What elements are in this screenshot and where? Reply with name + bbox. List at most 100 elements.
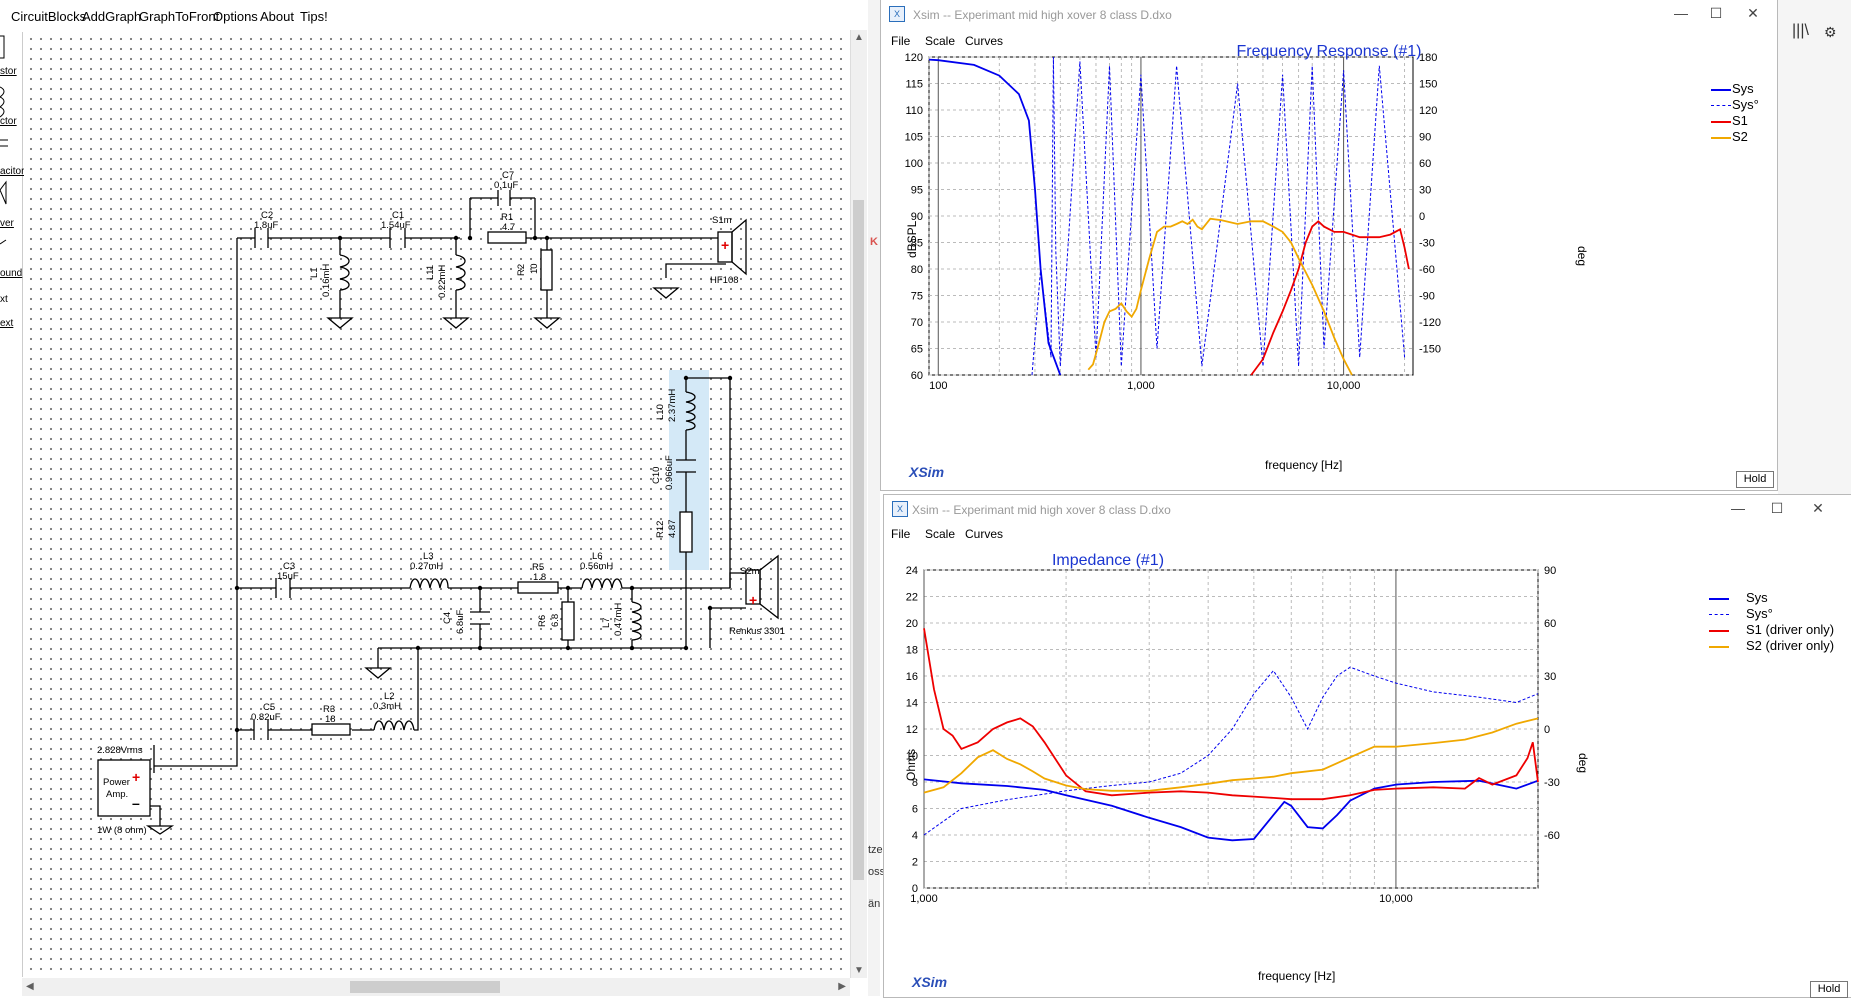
- l1-value: 0.16mH: [321, 263, 332, 297]
- imp-legend-s1: S1 (driver only): [1746, 622, 1835, 637]
- freq-y2tick-label: -30: [1419, 238, 1435, 250]
- l3-value: 0.27mH: [410, 561, 444, 572]
- schematic-wires: + + + –: [97, 190, 779, 835]
- l2-value: 0.3mH: [373, 701, 401, 712]
- l11-name: L11: [425, 264, 436, 280]
- l6-value: 0.56mH: [580, 561, 614, 572]
- s1m-model: HF108: [710, 275, 739, 286]
- freq-y2tick-label: -60: [1419, 264, 1435, 276]
- imp-ytick-label: 6: [912, 804, 918, 816]
- imp-legend-sysdeg: Sys°: [1746, 606, 1773, 621]
- imp-ylabel: Ohms: [904, 748, 918, 781]
- c7-value: 0.1uF: [494, 180, 519, 191]
- freq-ytick-label: 95: [911, 185, 923, 197]
- freq-y2tick-label: 0: [1419, 211, 1425, 223]
- horizontal-scroll-thumb[interactable]: [350, 981, 500, 993]
- imp-y2tick-label: -60: [1544, 830, 1560, 842]
- freq-y2tick-label: -90: [1419, 291, 1435, 303]
- freq-y2tick-label: 90: [1419, 132, 1431, 144]
- freq-legend-sysdeg-swatch: [1711, 105, 1731, 106]
- scroll-up-icon[interactable]: ▲: [854, 32, 864, 43]
- imp-legend-s2-swatch: [1709, 646, 1729, 648]
- freq-ytick-label: 115: [905, 79, 923, 91]
- r2-value: 10: [529, 263, 540, 274]
- l7-value: 0.47mH: [613, 602, 624, 636]
- freq-legend-s2: S2: [1732, 129, 1748, 144]
- freq-legend-s1-swatch: [1711, 121, 1731, 123]
- freq-y2label: deg: [1575, 246, 1589, 267]
- freq-ytick-label: 75: [911, 291, 923, 303]
- imp-ytick-label: 20: [906, 618, 918, 630]
- r12-name: R12: [655, 520, 666, 538]
- scroll-left-icon[interactable]: ◀: [26, 981, 34, 992]
- imp-legend-s2: S2 (driver only): [1746, 638, 1835, 653]
- imp-ytick-label: 4: [912, 830, 918, 842]
- s2-plus-icon: +: [749, 592, 757, 608]
- freq-legend-sys: Sys: [1732, 81, 1754, 96]
- imp-legend-sysdeg-swatch: [1709, 614, 1729, 615]
- library-icon[interactable]: |||\: [1792, 22, 1809, 40]
- l7-name: L7: [601, 617, 612, 628]
- freq-ytick-label: 65: [911, 344, 923, 356]
- freq-y2tick-label: -150: [1419, 344, 1441, 356]
- freq-y2tick-label: -120: [1419, 317, 1441, 329]
- freq-legend-s2-swatch: [1711, 137, 1731, 139]
- bg-fragment-tze: tze: [868, 844, 883, 856]
- imp-legend-s1-swatch: [1709, 630, 1729, 632]
- imp-ytick-label: 18: [906, 645, 918, 657]
- amp-voltage: 2.828Vrms: [97, 745, 143, 756]
- freq-xtick-label: 10,000: [1327, 380, 1361, 392]
- amp-minus-icon: –: [132, 795, 140, 811]
- r1-value: 4.7: [502, 222, 516, 233]
- freq-legend-s1: S1: [1732, 113, 1748, 128]
- freq-ylabel: dBSPL: [905, 220, 919, 258]
- imp-y2label: deg: [1576, 753, 1590, 774]
- imp-y2tick-label: -30: [1544, 777, 1560, 789]
- freq-ytick-label: 70: [911, 317, 923, 329]
- scroll-down-icon[interactable]: ▼: [854, 965, 864, 976]
- freq-hold-button[interactable]: Hold: [1736, 471, 1774, 488]
- c4-name: C4: [442, 611, 453, 624]
- imp-hold-button[interactable]: Hold: [1810, 981, 1848, 998]
- freq-y2tick-label: 60: [1419, 158, 1431, 170]
- imp-ytick-label: 2: [912, 857, 918, 869]
- schematic-window: CircuitBlocks AddGraph GraphToFront Opti…: [0, 0, 870, 996]
- freq-chart-title: Frequency Response (#1): [1236, 43, 1422, 60]
- freq-ytick-label: 60: [911, 370, 923, 382]
- freq-legend-sysdeg: Sys°: [1732, 97, 1759, 112]
- imp-ytick-label: 16: [906, 671, 918, 683]
- r6-name: R6: [537, 614, 548, 627]
- c10-name: C10: [651, 466, 662, 484]
- imp-y2tick-label: 0: [1544, 724, 1550, 736]
- freq-y2tick-label: 120: [1419, 105, 1437, 117]
- freq-ytick-label: 100: [905, 158, 923, 170]
- amp-label-amp: Amp.: [106, 789, 129, 800]
- freq-legend-sys-swatch: [1711, 89, 1731, 91]
- freq-ytick-label: 105: [905, 132, 923, 144]
- vertical-scroll-thumb[interactable]: [853, 200, 864, 880]
- amp-label-power: Power: [103, 777, 130, 788]
- imp-xtick-label: 1,000: [910, 893, 938, 905]
- frequency-response-chart: 1201151101051009590858075706560180150120…: [905, 52, 1441, 392]
- c4-value: 6.8uF: [455, 609, 466, 634]
- imp-legend-sys: Sys: [1746, 590, 1768, 605]
- freq-y2tick-label: 30: [1419, 185, 1431, 197]
- r6-value: 6.8: [550, 613, 561, 627]
- frequency-response-window: X Xsim -- Experimant mid high xover 8 cl…: [880, 0, 1778, 491]
- settings-icon[interactable]: ⚙: [1824, 24, 1837, 41]
- imp-ytick-label: 22: [906, 592, 918, 604]
- impedance-window: X Xsim -- Experimant mid high xover 8 cl…: [883, 494, 1851, 998]
- imp-y2tick-label: 60: [1544, 618, 1556, 630]
- s1m-name: S1m: [712, 215, 732, 226]
- imp-ytick-label: 14: [906, 698, 918, 710]
- freq-xlabel: frequency [Hz]: [1265, 458, 1343, 472]
- l10-value: 2.37mH: [667, 388, 678, 422]
- bg-fragment-an: än: [868, 898, 881, 910]
- impedance-chart: 2422201816141210864209060300-30-601,000 1…: [906, 565, 1560, 905]
- scroll-right-icon[interactable]: ▶: [838, 981, 846, 992]
- l10-name: L10: [655, 404, 666, 420]
- r2-name: R2: [516, 263, 527, 276]
- imp-xtick-label: 10,000: [1379, 893, 1413, 905]
- imp-ytick-label: 12: [906, 724, 918, 736]
- c1-value: 1.54uF: [381, 220, 411, 231]
